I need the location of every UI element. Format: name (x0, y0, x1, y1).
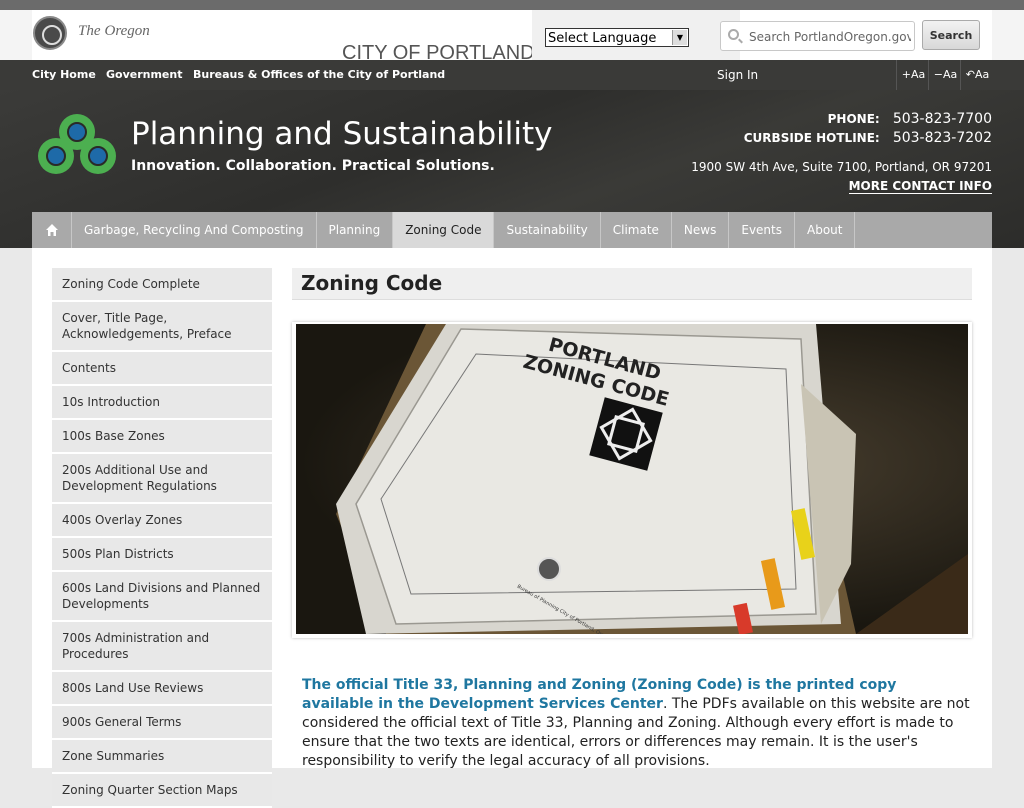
bureau-logo-icon[interactable] (32, 110, 122, 180)
language-select[interactable]: Select Language ▼ (545, 28, 689, 47)
sidebar-item-quarter-section-maps[interactable]: Zoning Quarter Section Maps (52, 774, 272, 808)
search-icon (728, 29, 739, 40)
city-logo-the: The (78, 23, 101, 39)
utility-nav: City Home Government Bureaus & Offices o… (0, 60, 1024, 90)
sidebar-item-600s-land-divisions[interactable]: 600s Land Divisions and Planned Developm… (52, 572, 272, 622)
sidebar-item-100s-base-zones[interactable]: 100s Base Zones (52, 420, 272, 454)
main-nav: Garbage, Recycling And Composting Planni… (32, 212, 992, 248)
sidebar-item-10s-introduction[interactable]: 10s Introduction (52, 386, 272, 420)
sign-in-link[interactable]: Sign In (717, 68, 758, 82)
tab-climate[interactable]: Climate (601, 212, 672, 248)
tab-about[interactable]: About (795, 212, 856, 248)
nav-bureaus-offices[interactable]: Bureaus & Offices of the City of Portlan… (193, 68, 445, 81)
sidebar-item-400s-overlay-zones[interactable]: 400s Overlay Zones (52, 504, 272, 538)
search-button[interactable]: Search (922, 20, 980, 50)
more-contact-link[interactable]: MORE CONTACT INFO (848, 179, 992, 194)
language-select-value: Select Language (548, 31, 657, 46)
binder-seal-icon (537, 557, 561, 581)
tab-zoning-code[interactable]: Zoning Code (393, 212, 495, 248)
city-logo-state: Oregon (104, 23, 150, 39)
phone-line: PHONE: 503-823-7700 (828, 108, 992, 127)
phone-label: PHONE: (827, 112, 880, 126)
sidebar-item-900s-general-terms[interactable]: 900s General Terms (52, 706, 272, 740)
nav-city-home[interactable]: City Home (32, 68, 96, 81)
nav-government[interactable]: Government (106, 68, 182, 81)
binder-illustration: PORTLAND ZONING CODE Bureau of Planning … (336, 324, 968, 634)
sidebar-item-200s-additional-use[interactable]: 200s Additional Use and Development Regu… (52, 454, 272, 504)
hotline-label: CURBSIDE HOTLINE: (743, 131, 880, 145)
sidebar-item-zoning-code-complete[interactable]: Zoning Code Complete (52, 268, 272, 302)
tab-news[interactable]: News (672, 212, 730, 248)
tab-planning[interactable]: Planning (317, 212, 394, 248)
sidebar-item-contents[interactable]: Contents (52, 352, 272, 386)
tab-events[interactable]: Events (729, 212, 795, 248)
font-decrease-button[interactable]: −Aa (928, 60, 962, 90)
main-column: Zoning Code PORTLAND ZONING CODE The off… (292, 268, 972, 769)
city-seal-icon[interactable] (33, 16, 67, 50)
hotline-line: CURBSIDE HOTLINE: 503-823-7202 (744, 127, 992, 146)
city-logo[interactable]: The CITY OF PORTLAND Oregon (78, 22, 535, 64)
office-address: 1900 SW 4th Ave, Suite 7100, Portland, O… (691, 160, 992, 174)
content-area: Zoning Code Complete Cover, Title Page, … (32, 248, 992, 808)
hotline-number: 503-823-7202 (892, 130, 992, 146)
page-title: Zoning Code (292, 268, 972, 300)
sidebar-item-cover-title-page[interactable]: Cover, Title Page, Acknowledgements, Pre… (52, 302, 272, 352)
dropdown-arrow-icon[interactable]: ▼ (672, 30, 687, 45)
sidebar-item-500s-plan-districts[interactable]: 500s Plan Districts (52, 538, 272, 572)
site-title[interactable]: Planning and Sustainability (131, 116, 552, 152)
hero-image: PORTLAND ZONING CODE Bureau of Planning … (292, 322, 972, 638)
sidebar-item-800s-land-use-reviews[interactable]: 800s Land Use Reviews (52, 672, 272, 706)
sidebar-nav: Zoning Code Complete Cover, Title Page, … (52, 268, 272, 808)
sidebar-item-zone-summaries[interactable]: Zone Summaries (52, 740, 272, 774)
search-input[interactable] (747, 26, 913, 48)
tab-home[interactable] (32, 212, 72, 248)
font-increase-button[interactable]: +Aa (896, 60, 930, 90)
search-box (720, 21, 915, 51)
font-reset-button[interactable]: ↶Aa (960, 60, 994, 90)
tab-garbage-recycling[interactable]: Garbage, Recycling And Composting (72, 212, 317, 248)
city-topbar: The CITY OF PORTLAND Oregon Select Langu… (0, 10, 1024, 64)
phone-number: 503-823-7700 (892, 111, 992, 127)
intro-paragraph: The official Title 33, Planning and Zoni… (302, 676, 970, 771)
site-tagline: Innovation. Collaboration. Practical Sol… (131, 158, 495, 174)
zoning-code-binder-photo: PORTLAND ZONING CODE Bureau of Planning … (296, 324, 968, 634)
home-icon (46, 224, 58, 236)
city-topbar-inner: The CITY OF PORTLAND Oregon Select Langu… (32, 10, 992, 64)
tab-sustainability[interactable]: Sustainability (494, 212, 601, 248)
language-panel: Select Language ▼ (532, 10, 740, 60)
sidebar-item-700s-administration[interactable]: 700s Administration and Procedures (52, 622, 272, 672)
